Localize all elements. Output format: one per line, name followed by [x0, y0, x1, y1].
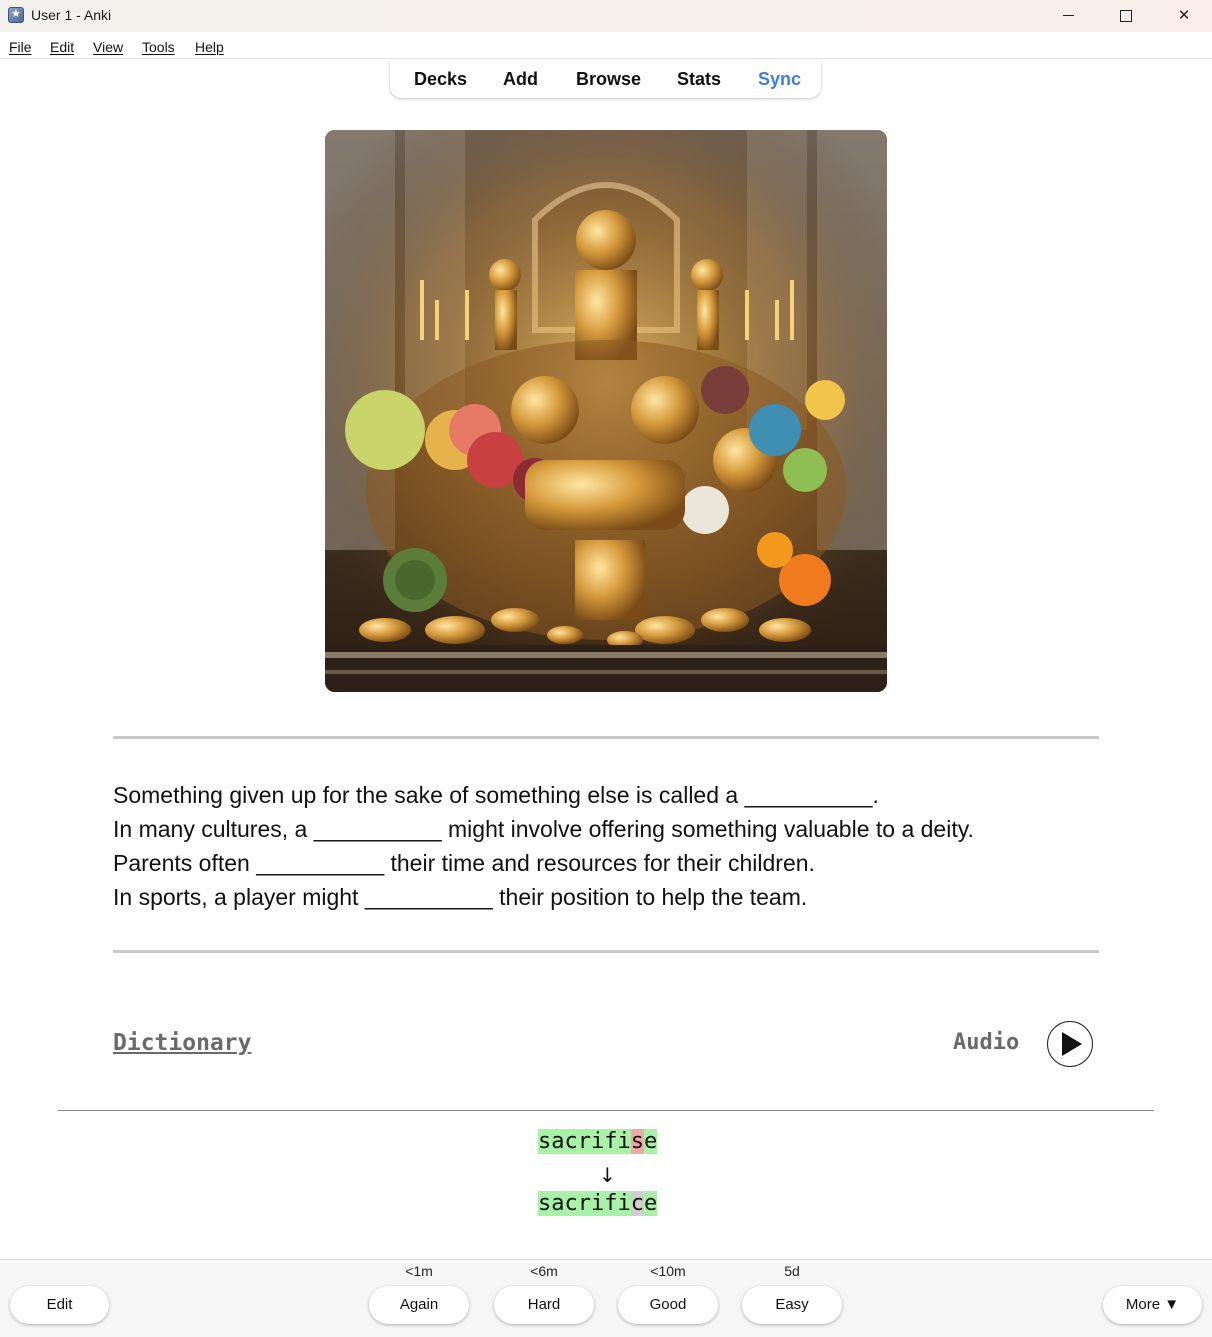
again-button[interactable]: Again	[369, 1286, 469, 1324]
typed-correct-segment: sacrifi	[538, 1129, 631, 1154]
typed-answer: sacrifise	[538, 1128, 658, 1156]
maximize-icon	[1120, 9, 1132, 22]
toolbar-stats[interactable]: Stats	[677, 69, 721, 90]
typed-wrong-segment: s	[630, 1129, 644, 1154]
main-toolbar: Decks Add Browse Stats Sync	[390, 60, 821, 98]
sentence-line: Parents often __________ their time and …	[113, 850, 815, 876]
divider-bottom	[113, 950, 1099, 953]
review-bottom-bar	[0, 1259, 1212, 1337]
window-title: User 1 - Anki	[31, 7, 112, 23]
sentence-line: Something given up for the sake of somet…	[113, 782, 879, 808]
hard-interval: <6m	[530, 1263, 558, 1279]
down-arrow-icon: ↓	[599, 1163, 616, 1187]
audio-label: Audio	[953, 1030, 1020, 1055]
hard-button[interactable]: Hard	[494, 1286, 594, 1324]
toolbar-sync[interactable]: Sync	[758, 69, 801, 90]
toolbar-decks[interactable]: Decks	[414, 69, 467, 90]
typed-correct-segment: e	[643, 1129, 658, 1154]
expected-missed-segment: c	[630, 1191, 644, 1216]
menu-edit[interactable]: Edit	[50, 39, 74, 55]
good-button[interactable]: Good	[618, 1286, 718, 1324]
menu-help[interactable]: Help	[195, 39, 224, 55]
edit-button[interactable]: Edit	[10, 1286, 109, 1324]
sentence-line: In sports, a player might __________ the…	[113, 884, 808, 910]
expected-correct-segment: sacrifi	[538, 1191, 631, 1216]
easy-interval: 5d	[784, 1263, 800, 1279]
divider-top	[113, 736, 1099, 739]
maximize-button[interactable]	[1097, 0, 1155, 32]
cloze-sentences: Something given up for the sake of somet…	[113, 778, 974, 914]
expected-correct-segment: e	[643, 1191, 658, 1216]
menu-view[interactable]: View	[93, 39, 123, 55]
menu-tools[interactable]: Tools	[142, 39, 175, 55]
anki-app-icon	[8, 7, 24, 23]
title-bar: User 1 - Anki ✕	[0, 0, 1212, 32]
close-button[interactable]: ✕	[1155, 0, 1212, 32]
answer-divider	[58, 1110, 1154, 1111]
toolbar-add[interactable]: Add	[503, 69, 538, 90]
offering-altar-illustration	[325, 130, 887, 692]
good-interval: <10m	[650, 1263, 686, 1279]
sentence-line: In many cultures, a __________ might inv…	[113, 816, 974, 842]
close-icon: ✕	[1177, 6, 1191, 24]
again-interval: <1m	[405, 1263, 433, 1279]
minimize-button[interactable]	[1039, 0, 1097, 32]
menu-bar: File Edit View Tools Help	[0, 32, 1212, 59]
more-button[interactable]: More ▼	[1103, 1286, 1202, 1324]
toolbar-browse[interactable]: Browse	[576, 69, 641, 90]
easy-button[interactable]: Easy	[742, 1286, 842, 1324]
minimize-icon	[1062, 15, 1074, 16]
play-audio-button[interactable]	[1047, 1021, 1093, 1067]
dictionary-link[interactable]: Dictionary	[113, 1030, 251, 1056]
correct-answer: sacrifice	[538, 1190, 658, 1218]
menu-file[interactable]: File	[9, 39, 32, 55]
card-image	[325, 130, 887, 692]
